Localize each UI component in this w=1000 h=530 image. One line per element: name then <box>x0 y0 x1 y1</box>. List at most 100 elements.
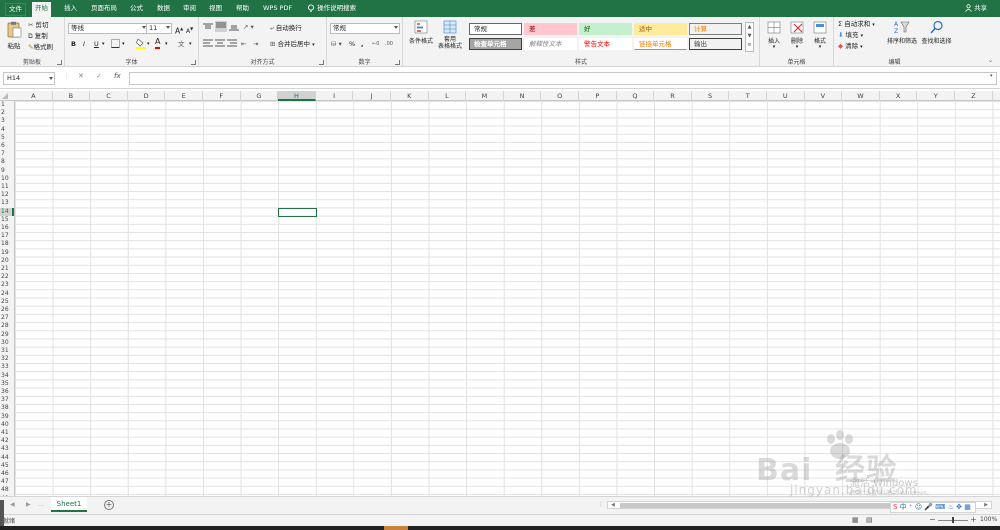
column-header-e[interactable]: E <box>165 91 203 101</box>
row-header-21[interactable]: 21 <box>0 265 14 273</box>
column-header-l[interactable]: L <box>429 91 467 101</box>
orientation-button[interactable]: ↗ ▾ <box>243 22 254 33</box>
align-bottom-button[interactable] <box>229 23 239 34</box>
row-header-40[interactable]: 40 <box>0 421 14 429</box>
copy-button[interactable]: ⧉ 复制 <box>28 31 48 42</box>
row-header-11[interactable]: 11 <box>0 183 14 191</box>
percent-button[interactable]: % <box>349 39 355 50</box>
font-color-button[interactable]: A <box>155 37 161 49</box>
align-right-button[interactable] <box>227 39 237 50</box>
cell-style-7[interactable]: 警告文本 <box>579 38 632 50</box>
column-header-x[interactable]: X <box>880 91 918 101</box>
share-button[interactable]: 共享 <box>962 3 990 16</box>
scrollbar-thumb[interactable] <box>620 503 910 508</box>
cell-style-2[interactable]: 好 <box>579 23 632 35</box>
increase-indent-button[interactable]: ⇥ <box>253 39 258 50</box>
cell-style-5[interactable]: 检查单元格 <box>469 38 522 50</box>
column-header-i[interactable]: I <box>316 91 354 101</box>
row-header-20[interactable]: 20 <box>0 257 14 265</box>
zoom-level[interactable]: 100% <box>980 516 997 523</box>
row-header-35[interactable]: 35 <box>0 380 14 388</box>
column-header-c[interactable]: C <box>90 91 128 101</box>
row-header-38[interactable]: 38 <box>0 404 14 412</box>
selected-cell[interactable] <box>278 207 317 218</box>
row-header-4[interactable]: 4 <box>0 126 14 134</box>
confirm-edit-button[interactable]: ✓ <box>96 72 102 80</box>
select-all-button[interactable] <box>2 93 8 99</box>
more-icon[interactable]: ≡ <box>746 41 753 50</box>
chevron-up-icon[interactable]: ▲ <box>746 23 753 32</box>
tab-insert[interactable]: 插入 <box>61 3 80 16</box>
row-header-18[interactable]: 18 <box>0 240 14 248</box>
row-header-31[interactable]: 31 <box>0 347 14 355</box>
grow-font-button[interactable]: A▲ <box>175 23 183 36</box>
decrease-indent-button[interactable]: ⇤ <box>241 39 246 50</box>
merge-center-button[interactable]: ⊞ 合并后居中 ▾ <box>270 39 315 50</box>
column-header-m[interactable]: M <box>466 91 504 101</box>
align-left-button[interactable] <box>203 39 213 50</box>
bold-button[interactable]: B <box>71 39 76 50</box>
comma-style-button[interactable]: , <box>361 39 363 50</box>
next-sheet-icon[interactable]: ▶ <box>26 501 31 508</box>
normal-view-icon[interactable]: ▦ <box>852 516 859 524</box>
cell-style-1[interactable]: 差 <box>524 23 577 35</box>
zoom-in-button[interactable]: + <box>970 515 977 524</box>
format-painter-button[interactable]: ✎格式刷 <box>28 42 53 53</box>
phonetic-dropdown-icon[interactable]: ▾ <box>189 39 192 50</box>
font-launcher-icon[interactable] <box>191 60 196 65</box>
autosum-button[interactable]: Σ 自动求和 ▾ <box>838 19 875 30</box>
styles-gallery-scroll[interactable]: ▲ ▼ ≡ <box>745 22 754 52</box>
expand-formula-bar-icon[interactable]: ▾ <box>990 73 993 79</box>
sort-filter-button[interactable]: AZ 排序和筛选 <box>886 20 918 45</box>
tab-help[interactable]: 帮助 <box>233 3 252 16</box>
column-header-k[interactable]: K <box>391 91 429 101</box>
row-header-17[interactable]: 17 <box>0 232 14 240</box>
row-header-41[interactable]: 41 <box>0 429 14 437</box>
row-header-12[interactable]: 12 <box>0 191 14 199</box>
column-header-r[interactable]: R <box>654 91 692 101</box>
phonetic-button[interactable]: 文 <box>178 39 185 50</box>
drag-handle-icon[interactable]: ⋮ <box>64 74 69 80</box>
insert-function-button[interactable]: fx <box>114 72 121 80</box>
decrease-decimal-button[interactable]: .00 <box>385 39 393 50</box>
row-header-13[interactable]: 13 <box>0 199 14 207</box>
scroll-right-icon[interactable]: ▶ <box>984 502 988 508</box>
row-header-43[interactable]: 43 <box>0 445 14 453</box>
tab-data[interactable]: 数据 <box>154 3 173 16</box>
underline-button[interactable]: U <box>94 39 99 50</box>
tab-file[interactable]: 文件 <box>5 3 26 16</box>
row-header-25[interactable]: 25 <box>0 298 14 306</box>
cut-button[interactable]: ✂ 剪切 <box>28 20 49 31</box>
ime-logo-icon[interactable]: S <box>893 503 897 511</box>
row-header-37[interactable]: 37 <box>0 396 14 404</box>
column-header-d[interactable]: D <box>128 91 166 101</box>
row-header-30[interactable]: 30 <box>0 339 14 347</box>
chevron-down-icon[interactable]: ▼ <box>746 32 753 41</box>
column-header-p[interactable]: P <box>579 91 617 101</box>
column-header-q[interactable]: Q <box>617 91 655 101</box>
row-header-28[interactable]: 28 <box>0 322 14 330</box>
tab-view[interactable]: 视图 <box>206 3 225 16</box>
name-box[interactable]: H14 <box>3 72 55 85</box>
clear-button[interactable]: ◆ 清除 ▾ <box>838 41 863 52</box>
column-header-h[interactable]: H <box>278 91 316 101</box>
increase-decimal-button[interactable]: ←0 <box>372 39 379 50</box>
collapse-ribbon-icon[interactable]: ⌄ <box>988 57 993 64</box>
cancel-edit-button[interactable]: ✕ <box>78 72 84 80</box>
number-launcher-icon[interactable] <box>395 60 400 65</box>
row-header-5[interactable]: 5 <box>0 134 14 142</box>
font-name-select[interactable]: 等线 <box>68 23 148 34</box>
align-center-button[interactable] <box>215 39 225 50</box>
underline-dropdown-icon[interactable]: ▾ <box>102 39 105 50</box>
row-header-33[interactable]: 33 <box>0 363 14 371</box>
row-header-2[interactable]: 2 <box>0 109 14 117</box>
row-header-15[interactable]: 15 <box>0 216 14 224</box>
column-header-a[interactable]: A <box>15 91 53 101</box>
cell-style-8[interactable]: 链接单元格 <box>634 38 687 50</box>
column-header-y[interactable]: Y <box>917 91 955 101</box>
row-header-44[interactable]: 44 <box>0 454 14 462</box>
number-format-select[interactable]: 常规 <box>330 23 400 34</box>
row-header-34[interactable]: 34 <box>0 372 14 380</box>
row-header-6[interactable]: 6 <box>0 142 14 150</box>
more-sheets-icon[interactable]: … <box>38 501 44 508</box>
